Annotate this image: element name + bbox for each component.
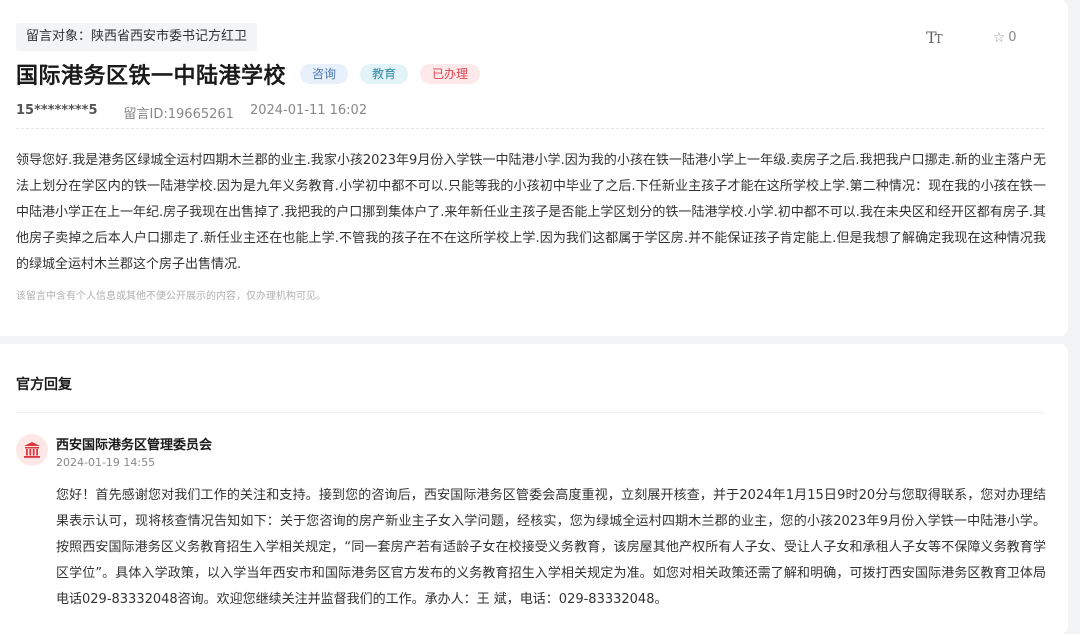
message-title: 国际港务区铁一中陆港学校 bbox=[16, 64, 287, 89]
reply-content: 您好！首先感谢您对我们工作的关注和支持。接到您的咨询后，西安国际港务区管委会高度… bbox=[56, 488, 1046, 607]
favorite-count: 0 bbox=[1008, 30, 1017, 45]
message-meta: 15********5 留言ID:19665261 2024-01-11 16:… bbox=[16, 103, 367, 122]
government-building-icon bbox=[24, 442, 40, 458]
star-icon: ☆ bbox=[992, 29, 1006, 46]
message-content: 领导您好.我是港务区绿城全运村四期木兰郡的业主.我家小孩2023年9月份入学铁一… bbox=[16, 153, 1046, 272]
divider bbox=[16, 128, 1044, 129]
reply-card: 官方回复 西安国际港务区管理委员会 2024-01-19 14:55 您好！首先… bbox=[0, 344, 1068, 634]
avatar bbox=[16, 434, 48, 466]
reply-section-title: 官方回复 bbox=[16, 377, 72, 393]
message-target: 留言对象：陕西省西安市委书记方红卫 bbox=[16, 23, 258, 51]
font-size-icon[interactable]: TT bbox=[926, 28, 943, 47]
tag-consult: 咨询 bbox=[300, 64, 349, 84]
status-badge: 已办理 bbox=[420, 64, 481, 84]
privacy-notice: 该留言中含有个人信息或其他不便公开展示的内容，仅办理机构可见。 bbox=[16, 291, 326, 302]
message-datetime: 2024-01-11 16:02 bbox=[249, 103, 368, 118]
title-row: 国际港务区铁一中陆港学校 咨询 教育 已办理 bbox=[16, 58, 481, 90]
message-card: 留言对象：陕西省西安市委书记方红卫 TT ☆ 0 国际港务区铁一中陆港学校 咨询… bbox=[0, 0, 1068, 336]
divider bbox=[16, 412, 1044, 413]
favorite-button[interactable]: ☆ 0 bbox=[993, 30, 1017, 46]
reply-org-name: 西安国际港务区管理委员会 bbox=[56, 438, 213, 453]
message-id: 留言ID:19665261 bbox=[123, 107, 234, 122]
reply-datetime: 2024-01-19 14:55 bbox=[56, 456, 156, 469]
toolbar: TT ☆ 0 bbox=[926, 28, 1017, 47]
tag-education: 教育 bbox=[360, 64, 409, 84]
user-phone: 15********5 bbox=[16, 103, 98, 118]
